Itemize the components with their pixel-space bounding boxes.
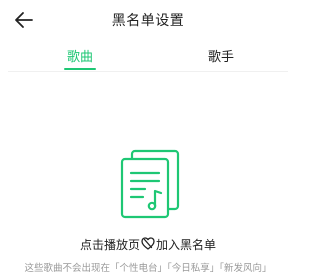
tab-divider	[8, 71, 288, 72]
music-playlist-icon	[120, 149, 180, 219]
blacklist-settings-screen: 黑名单设置 歌曲 歌手 点击播放页 加入黑名单 这些歌曲不会出现在「个性电台」「	[0, 0, 296, 274]
page-title: 黑名单设置	[111, 13, 185, 29]
header-bar: 黑名单设置	[0, 0, 296, 40]
tab-singers[interactable]: 歌手	[181, 46, 261, 65]
active-tab-indicator	[64, 68, 96, 70]
hint-suffix: 加入黑名单	[156, 238, 217, 252]
tab-songs[interactable]: 歌曲	[40, 46, 120, 65]
empty-state-hint: 点击播放页 加入黑名单	[0, 236, 296, 253]
hint-prefix: 点击播放页	[79, 238, 140, 252]
empty-state-description: 这些歌曲不会出现在「个性电台」「今日私享」「新发风向」	[24, 263, 272, 274]
tab-bar: 歌曲 歌手	[0, 42, 296, 72]
empty-state-illustration	[114, 148, 186, 220]
heart-slash-icon	[141, 237, 155, 250]
